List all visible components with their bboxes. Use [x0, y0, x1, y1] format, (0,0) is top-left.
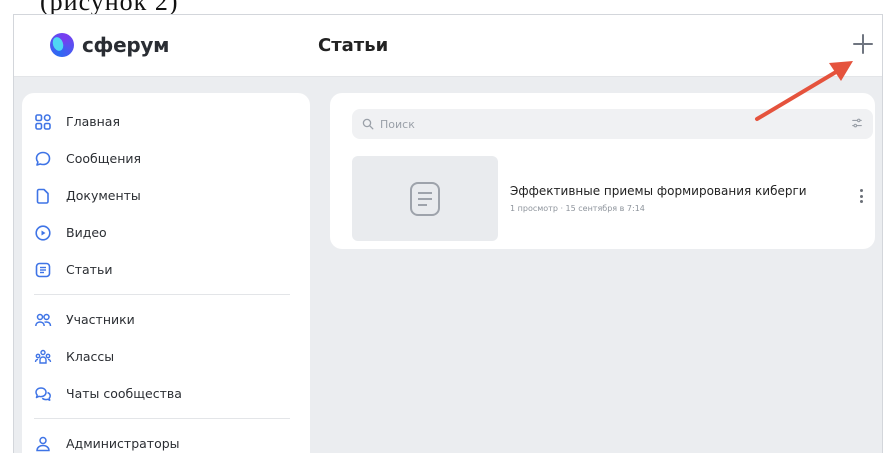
grid-icon [34, 113, 52, 131]
sferum-logo[interactable]: сферум [50, 33, 169, 57]
search-icon [362, 118, 374, 130]
document-icon [34, 187, 52, 205]
sidebar-item-community-chats[interactable]: Чаты сообщества [22, 375, 310, 412]
sidebar-item-video[interactable]: Видео [22, 214, 310, 251]
article-title[interactable]: Эффективные приемы формирования киберги [510, 184, 850, 198]
article-meta: 1 просмотр · 15 сентября в 7:14 [510, 204, 645, 213]
document-fragment: (рисунок 2) [0, 0, 896, 14]
sidebar-item-home[interactable]: Главная [22, 103, 310, 140]
more-options-button[interactable] [855, 186, 867, 206]
sidebar-item-label: Статьи [66, 262, 113, 277]
top-header: сферум Статьи [14, 15, 882, 77]
sferum-logo-icon [50, 33, 74, 57]
sidebar-item-messages[interactable]: Сообщения [22, 140, 310, 177]
article-thumbnail [352, 156, 498, 241]
sidebar-item-members[interactable]: Участники [22, 301, 310, 338]
article-placeholder-icon [410, 181, 440, 216]
page-title: Статьи [318, 35, 389, 56]
members-icon [34, 311, 52, 329]
community-chats-icon [34, 385, 52, 403]
sidebar-item-label: Сообщения [66, 151, 142, 166]
sidebar-item-label: Администраторы [66, 436, 180, 451]
article-icon [34, 261, 52, 279]
search-input[interactable] [380, 117, 840, 131]
sidebar-divider [34, 294, 290, 295]
logo-text: сферум [82, 33, 170, 57]
sidebar-item-label: Главная [66, 114, 120, 129]
sidebar: Главная Сообщения Документы Видео Статьи [22, 93, 310, 453]
classes-icon [34, 348, 52, 366]
sidebar-item-articles[interactable]: Статьи [22, 251, 310, 288]
search-bar [352, 109, 873, 139]
sidebar-item-label: Чаты сообщества [66, 386, 182, 401]
message-bubble-icon [34, 150, 52, 168]
sferum-window: сферум Статьи Главная Сообщения Документ… [13, 14, 883, 453]
articles-panel: Эффективные приемы формирования киберги … [330, 93, 875, 249]
sidebar-item-administrators[interactable]: Администраторы [22, 425, 310, 453]
filter-icon[interactable] [851, 117, 863, 129]
sidebar-item-label: Видео [66, 225, 107, 240]
sidebar-item-label: Классы [66, 349, 115, 364]
sidebar-item-label: Документы [66, 188, 141, 203]
sidebar-item-classes[interactable]: Классы [22, 338, 310, 375]
sidebar-item-documents[interactable]: Документы [22, 177, 310, 214]
sidebar-item-label: Участники [66, 312, 135, 327]
article-card[interactable]: Эффективные приемы формирования киберги … [352, 156, 873, 241]
sidebar-divider [34, 418, 290, 419]
admin-user-icon [34, 435, 52, 453]
video-play-icon [34, 224, 52, 242]
plus-icon [853, 34, 873, 54]
add-article-button[interactable] [850, 31, 876, 57]
